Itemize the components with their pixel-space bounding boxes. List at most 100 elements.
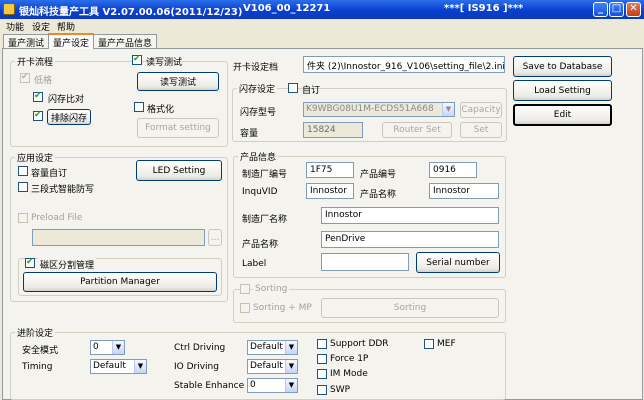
flash-custom-label: 自订 xyxy=(302,86,321,96)
tab-mp-settings[interactable]: 量产设定 xyxy=(48,33,95,49)
vendor-code-input[interactable]: 1F75 xyxy=(306,162,354,178)
rw-test-button[interactable]: 读写测试 xyxy=(137,72,219,91)
window-title: 银灿科技量产工具 V2.07.00.06(2011/12/23) xyxy=(19,7,243,18)
three-stage-label: 三段式智能防写 xyxy=(31,185,95,195)
partition-label: 磁区分割管理 xyxy=(38,258,97,271)
three-stage-checkbox[interactable] xyxy=(18,182,28,192)
mef-label: MEF xyxy=(437,339,456,349)
flash-compare-checkbox[interactable] xyxy=(33,91,43,102)
tab-product-info[interactable]: 量产产品信息 xyxy=(93,34,158,49)
ctrl-driving-select[interactable]: Default ▼ xyxy=(247,340,298,355)
safe-mode-select[interactable]: 0 ▼ xyxy=(90,340,125,355)
sorting-mp-checkbox[interactable] xyxy=(240,303,250,313)
card-file-label: 开卡设定档 xyxy=(233,63,279,73)
tab-mp-test[interactable]: 量产测试 xyxy=(3,34,50,49)
chevron-down-icon: ▼ xyxy=(285,379,297,392)
menu-bar: 功能 设定 帮助 xyxy=(0,19,644,33)
sorting-label: Sorting xyxy=(253,284,290,294)
stable-enhance-select[interactable]: 0 ▼ xyxy=(247,378,298,393)
swp-label: SWP xyxy=(330,385,351,395)
sorting-mp-label: Sorting + MP xyxy=(253,303,312,313)
timing-select[interactable]: Default ▼ xyxy=(90,359,147,374)
preload-label: Preload File xyxy=(31,213,83,223)
browse-button[interactable]: … xyxy=(208,229,222,246)
title-bar[interactable]: 银灿科技量产工具 V2.07.00.06(2011/12/23) V106_00… xyxy=(0,0,644,19)
chevron-down-icon: ▼ xyxy=(285,341,297,354)
maker-label: 制造厂名称 xyxy=(242,215,288,225)
maximize-button[interactable]: □ xyxy=(609,2,624,17)
im-mode-checkbox[interactable] xyxy=(317,369,327,379)
label-input[interactable] xyxy=(321,253,409,271)
chevron-down-icon: ▼ xyxy=(442,103,454,116)
serial-number-button[interactable]: Serial number xyxy=(416,252,500,273)
capacity-label: 容量 xyxy=(240,129,259,139)
ctrl-driving-value: Default xyxy=(250,342,283,352)
router-set-button[interactable]: Router Set xyxy=(382,122,452,138)
vendor-code-label: 制造厂编号 xyxy=(242,170,288,180)
format-setting-button[interactable]: Format setting xyxy=(137,118,219,138)
card-file-path[interactable]: 件夹 (2)\Innostor_916_V106\setting_file\2.… xyxy=(303,56,505,73)
force-1p-checkbox[interactable] xyxy=(317,354,327,364)
sorting-checkbox[interactable] xyxy=(240,284,250,294)
menu-function[interactable]: 功能 xyxy=(6,20,24,33)
firmware-version: V106_00_12271 xyxy=(243,3,331,14)
rw-test-label: 读写测试 xyxy=(146,58,183,68)
product-code-input[interactable]: 0916 xyxy=(429,162,477,178)
swp-checkbox[interactable] xyxy=(317,385,327,395)
capacity-custom-checkbox[interactable] xyxy=(18,166,28,176)
ctrl-driving-label: Ctrl Driving xyxy=(174,343,226,353)
menu-help[interactable]: 帮助 xyxy=(57,20,75,33)
menu-settings[interactable]: 设定 xyxy=(32,20,50,33)
edit-button[interactable]: Edit xyxy=(513,104,612,126)
flash-compare-label: 闪存比对 xyxy=(48,95,85,105)
label-label: Label xyxy=(242,259,267,269)
mef-checkbox[interactable] xyxy=(424,339,434,349)
load-setting-button[interactable]: Load Setting xyxy=(513,80,612,101)
card-flow-legend: 开卡流程 xyxy=(15,55,56,68)
chevron-down-icon: ▼ xyxy=(134,360,146,373)
support-ddr-checkbox[interactable] xyxy=(317,339,327,349)
safe-mode-label: 安全模式 xyxy=(22,346,59,356)
sorting-button[interactable]: Sorting xyxy=(321,298,499,318)
inquvid-input[interactable]: Innostor xyxy=(306,183,354,199)
product-name-short-input[interactable]: Innostor xyxy=(429,183,499,199)
chevron-down-icon: ▼ xyxy=(285,360,297,373)
product-name-short-label: 产品名称 xyxy=(360,190,397,200)
set-button[interactable]: Set xyxy=(460,122,502,138)
io-driving-select[interactable]: Default ▼ xyxy=(247,359,298,374)
close-button[interactable]: ✕ xyxy=(626,2,641,17)
flash-legend: 闪存设定 xyxy=(237,82,278,95)
capacity-custom-label: 容量自订 xyxy=(31,169,68,179)
low-format-checkbox[interactable] xyxy=(20,72,30,83)
flash-model-value: K9WBG08U1M-ECDS51A668 xyxy=(306,104,434,114)
app-icon xyxy=(3,3,15,15)
io-driving-label: IO Driving xyxy=(174,362,219,372)
pname-input[interactable]: PenDrive xyxy=(321,231,499,248)
app-settings-legend: 应用设定 xyxy=(15,151,56,164)
capacity-value[interactable]: 15824 xyxy=(303,122,363,138)
flash-model-select[interactable]: K9WBG08U1M-ECDS51A668 ▼ xyxy=(303,102,455,117)
partition-checkbox[interactable] xyxy=(25,257,35,268)
led-setting-button[interactable]: LED Setting xyxy=(136,160,222,181)
format-checkbox[interactable] xyxy=(134,102,144,112)
save-to-database-button[interactable]: Save to Database xyxy=(513,56,612,77)
preload-path[interactable] xyxy=(32,229,205,246)
remove-flash-button[interactable]: 排除闪存 xyxy=(47,109,91,125)
pname-label: 产品名称 xyxy=(242,240,279,250)
maker-input[interactable]: Innostor xyxy=(321,207,499,224)
partition-manager-button[interactable]: Partition Manager xyxy=(23,272,217,292)
flash-custom-checkbox[interactable] xyxy=(288,83,298,93)
product-code-label: 产品编号 xyxy=(360,170,397,180)
capacity-button[interactable]: Capacity xyxy=(460,102,502,118)
rw-test-checkbox[interactable] xyxy=(132,54,142,65)
ic-model: ***[ IS916 ]*** xyxy=(444,3,524,14)
im-mode-label: IM Mode xyxy=(330,369,368,379)
stable-enhance-label: Stable Enhance xyxy=(174,381,245,391)
chevron-down-icon: ▼ xyxy=(112,341,124,354)
support-ddr-label: Support DDR xyxy=(330,339,389,349)
minimize-button[interactable]: _ xyxy=(593,2,608,17)
timing-label: Timing xyxy=(22,362,53,372)
stable-enhance-value: 0 xyxy=(250,380,256,390)
remove-flash-checkbox[interactable] xyxy=(33,110,43,121)
preload-checkbox[interactable] xyxy=(18,213,28,223)
